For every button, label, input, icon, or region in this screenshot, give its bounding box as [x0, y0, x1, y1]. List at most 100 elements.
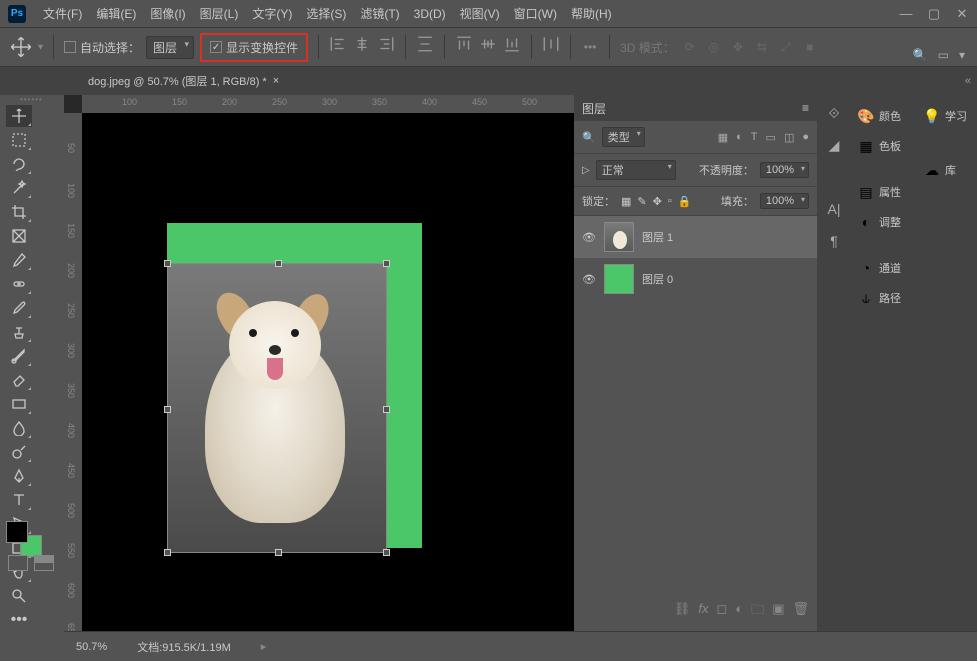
- healing-tool[interactable]: [6, 273, 32, 295]
- layer-fx-icon[interactable]: fx: [698, 601, 708, 623]
- link-layers-icon[interactable]: ⛓: [674, 601, 691, 623]
- filter-smart-icon[interactable]: ◫: [784, 131, 794, 144]
- transform-bounding-box[interactable]: [167, 263, 387, 553]
- handle-bl[interactable]: [164, 549, 171, 556]
- handle-br[interactable]: [383, 549, 390, 556]
- lock-pixels-icon[interactable]: ▦: [621, 195, 631, 208]
- lock-artboard-icon[interactable]: ▫: [668, 195, 672, 207]
- lasso-tool[interactable]: [6, 153, 32, 175]
- ruler-vertical[interactable]: 50100150200250300350400450500550600650: [64, 113, 82, 631]
- tab-close-icon[interactable]: ×: [273, 75, 279, 87]
- layer-group-icon[interactable]: 🗀: [751, 601, 764, 623]
- character-panel-icon[interactable]: A|: [824, 199, 844, 219]
- color-panel-toggle[interactable]: 🎨颜色: [851, 103, 917, 129]
- align-middle-v-icon[interactable]: [479, 35, 497, 53]
- auto-select-checkbox[interactable]: 自动选择：: [64, 39, 140, 56]
- properties-panel-toggle[interactable]: ▤属性: [851, 179, 917, 205]
- search-icon[interactable]: 🔍: [913, 48, 928, 62]
- quickmask-mode-icon[interactable]: [34, 555, 54, 571]
- layer-thumbnail[interactable]: [604, 264, 634, 294]
- layer-thumbnail[interactable]: [604, 222, 634, 252]
- filter-type-icon[interactable]: T: [751, 131, 758, 144]
- layer-name[interactable]: 图层 0: [642, 271, 673, 287]
- handle-tr[interactable]: [383, 260, 390, 267]
- workspace-icon[interactable]: ▾: [959, 48, 965, 62]
- delete-layer-icon[interactable]: 🗑: [792, 601, 809, 623]
- edit-toolbar[interactable]: •••: [6, 609, 32, 631]
- eyedropper-tool[interactable]: [6, 249, 32, 271]
- handle-bm[interactable]: [275, 549, 282, 556]
- menu-image[interactable]: 图像(I): [143, 5, 192, 22]
- dodge-tool[interactable]: [6, 441, 32, 463]
- adjustments-panel-toggle[interactable]: ◐调整: [851, 209, 917, 235]
- new-layer-icon[interactable]: ▣: [772, 601, 784, 623]
- menu-3d[interactable]: 3D(D): [407, 7, 453, 21]
- standard-mode-icon[interactable]: [8, 555, 28, 571]
- lock-position-icon[interactable]: ✥: [653, 195, 662, 208]
- filter-toggle-icon[interactable]: ●: [802, 131, 809, 144]
- transform-controls-option[interactable]: 显示变换控件: [200, 33, 308, 62]
- libraries-panel-toggle[interactable]: ☁库: [917, 157, 977, 183]
- menu-select[interactable]: 选择(S): [299, 5, 353, 22]
- layer-filter-dropdown[interactable]: 类型: [602, 127, 645, 147]
- doc-size[interactable]: 文档:915.5K/1.19M: [137, 639, 231, 655]
- align-top-icon[interactable]: [455, 35, 473, 53]
- magic-wand-tool[interactable]: [6, 177, 32, 199]
- handle-ml[interactable]: [164, 406, 171, 413]
- brush-tool[interactable]: [6, 297, 32, 319]
- menu-type[interactable]: 文字(Y): [245, 5, 299, 22]
- more-align-icon[interactable]: •••: [581, 38, 599, 56]
- handle-mr[interactable]: [383, 406, 390, 413]
- filter-shape-icon[interactable]: ▭: [766, 131, 776, 144]
- learn-panel-toggle[interactable]: 💡学习: [917, 103, 977, 129]
- foreground-color-swatch[interactable]: [6, 521, 28, 543]
- paragraph-panel-icon[interactable]: ¶: [824, 231, 844, 251]
- crop-tool[interactable]: [6, 201, 32, 223]
- distribute-h-icon[interactable]: [416, 35, 434, 53]
- align-bottom-icon[interactable]: [503, 35, 521, 53]
- align-center-h-icon[interactable]: [353, 35, 371, 53]
- auto-select-target-dropdown[interactable]: 图层: [146, 36, 194, 59]
- menu-layer[interactable]: 图层(L): [193, 5, 246, 22]
- layers-tab[interactable]: 图层: [582, 100, 606, 117]
- lock-brush-icon[interactable]: ✎: [637, 195, 646, 208]
- align-right-icon[interactable]: [377, 35, 395, 53]
- menu-filter[interactable]: 滤镜(T): [353, 5, 406, 22]
- pen-tool[interactable]: [6, 465, 32, 487]
- minimize-icon[interactable]: —: [899, 7, 913, 21]
- align-left-icon[interactable]: [329, 35, 347, 53]
- channels-panel-toggle[interactable]: ◔通道: [851, 255, 917, 281]
- visibility-toggle-icon[interactable]: 👁: [582, 231, 596, 244]
- menu-help[interactable]: 帮助(H): [564, 5, 619, 22]
- ruler-horizontal[interactable]: 100150200250300350400450500: [82, 95, 574, 113]
- blend-mode-dropdown[interactable]: 正常: [596, 160, 676, 180]
- fill-dropdown[interactable]: 100%: [760, 193, 809, 209]
- canvas-area[interactable]: 100150200250300350400450500 501001502002…: [64, 95, 574, 631]
- canvas[interactable]: [82, 113, 574, 631]
- clone-stamp-tool[interactable]: [6, 321, 32, 343]
- visibility-toggle-icon[interactable]: 👁: [582, 273, 596, 286]
- layer-row-1[interactable]: 👁 图层 1: [574, 216, 817, 258]
- marquee-tool[interactable]: [6, 129, 32, 151]
- brush-panel-icon[interactable]: ◢: [824, 135, 844, 155]
- move-tool[interactable]: [6, 105, 32, 127]
- blur-tool[interactable]: [6, 417, 32, 439]
- layer-name[interactable]: 图层 1: [642, 229, 673, 245]
- menu-edit[interactable]: 编辑(E): [89, 5, 143, 22]
- swatches-panel-toggle[interactable]: ▦色板: [851, 133, 917, 159]
- filter-adjust-icon[interactable]: ◐: [736, 131, 743, 144]
- move-tool-icon[interactable]: [10, 36, 32, 58]
- eraser-tool[interactable]: [6, 369, 32, 391]
- history-brush-tool[interactable]: [6, 345, 32, 367]
- layer-mask-icon[interactable]: ◻: [717, 601, 728, 623]
- paths-panel-toggle[interactable]: ⫝路径: [851, 285, 917, 311]
- distribute-v-icon[interactable]: [542, 35, 560, 53]
- menu-file[interactable]: 文件(F): [36, 5, 89, 22]
- type-tool[interactable]: [6, 489, 32, 511]
- maximize-icon[interactable]: ▢: [927, 7, 941, 21]
- layer-row-0[interactable]: 👁 图层 0: [574, 258, 817, 300]
- frame-tool[interactable]: [6, 225, 32, 247]
- handle-tm[interactable]: [275, 260, 282, 267]
- collapse-panels-icon[interactable]: «: [965, 75, 971, 87]
- adjustment-layer-icon[interactable]: ◐: [735, 601, 743, 623]
